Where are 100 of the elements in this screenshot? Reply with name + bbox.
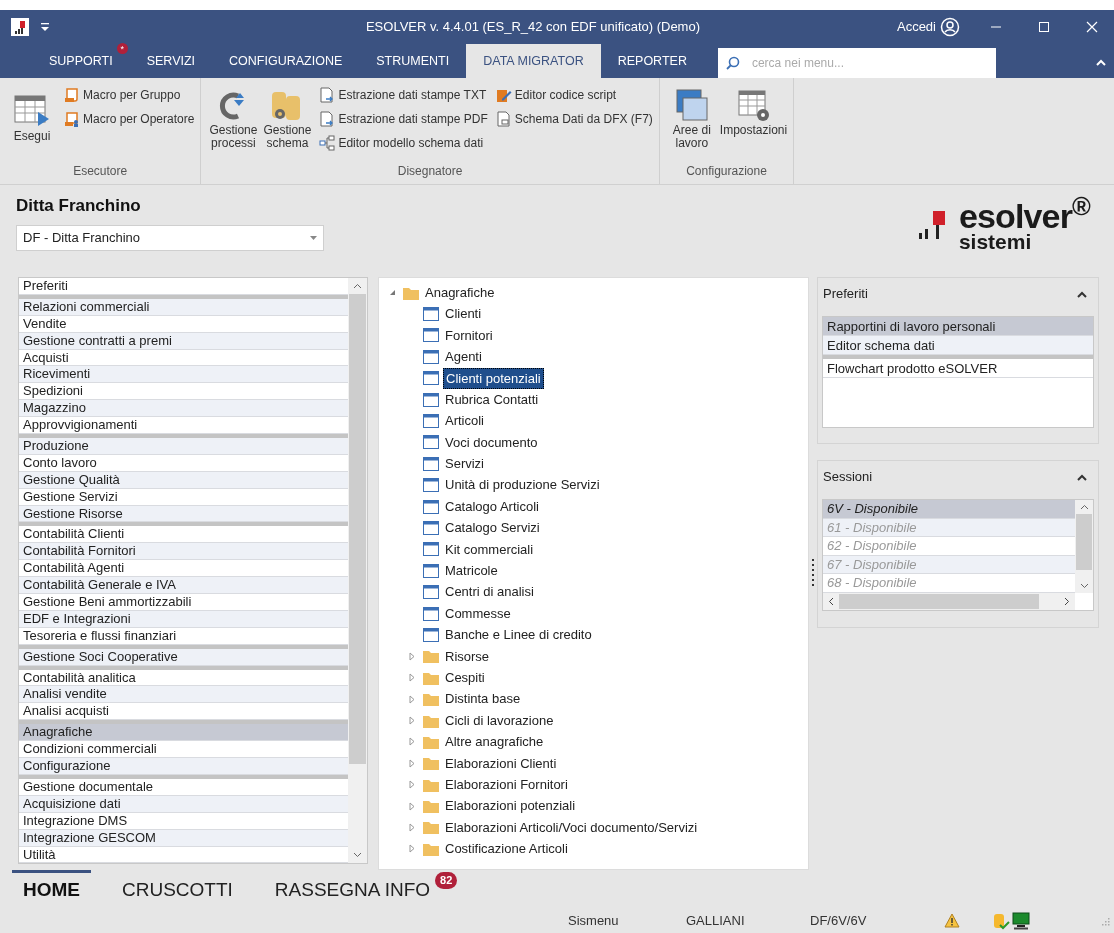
tree-item[interactable]: Voci documento	[443, 432, 540, 453]
search-field[interactable]: cerca nei menu...	[717, 48, 996, 78]
user-icon[interactable]	[940, 17, 960, 37]
menu-list-item[interactable]: Condizioni commerciali	[19, 741, 348, 759]
menu-tab[interactable]: CONFIGURAZIONE	[212, 44, 360, 78]
tree-item[interactable]: Centri di analisi	[443, 582, 536, 602]
menu-list-item[interactable]: Ricevimenti	[19, 366, 348, 384]
ribbon-button[interactable]: Macro per Gruppo	[64, 84, 195, 105]
menu-tab[interactable]: REPORTER	[600, 44, 704, 78]
tree-item[interactable]: Unità di produzione Servizi	[443, 475, 602, 495]
menu-list-item[interactable]: Analisi vendite	[19, 686, 348, 704]
menu-tab[interactable]: SERVIZI	[129, 44, 213, 78]
tree-item[interactable]: Matricole	[443, 561, 500, 581]
collapsed-arrow-icon[interactable]	[409, 844, 415, 854]
menu-list-item[interactable]: Contabilità Generale e IVA	[19, 577, 348, 595]
maximize-icon[interactable]	[1038, 21, 1050, 33]
collapse-icon[interactable]	[1077, 473, 1087, 481]
tree-item[interactable]: Articoli	[443, 411, 486, 431]
tree-item[interactable]: Altre anagrafiche	[443, 732, 546, 752]
tree-item[interactable]: Distinta base	[443, 689, 523, 709]
menu-list-item[interactable]: Preferiti	[19, 278, 348, 295]
session-item[interactable]: 6V - Disponibile	[823, 500, 1075, 519]
collapsed-arrow-icon[interactable]	[409, 822, 415, 832]
scroll-thumb[interactable]	[349, 294, 366, 764]
tree-item[interactable]: Fornitori	[443, 325, 495, 346]
favorite-item[interactable]: Editor schema dati	[823, 336, 1093, 355]
tree-item[interactable]: Servizi	[443, 454, 486, 474]
scroll-right-icon[interactable]	[1064, 597, 1070, 607]
ribbon-button[interactable]: Gestione processi	[207, 84, 260, 162]
resize-grip-icon[interactable]	[1100, 915, 1110, 926]
menu-list-item[interactable]: Contabilità Fornitori	[19, 543, 348, 561]
collapsed-arrow-icon[interactable]	[409, 801, 415, 811]
favorite-item[interactable]: Rapportini di lavoro personali	[823, 317, 1093, 336]
tree-item[interactable]: Elaborazioni Articoli/Voci documento/Servizi	[443, 817, 700, 838]
tree-item[interactable]: Catalogo Articoli	[443, 496, 541, 517]
ribbon-button[interactable]: Editor modello schema dati	[319, 132, 488, 153]
login-link[interactable]: Accedi	[896, 17, 936, 37]
menu-list-item[interactable]: Produzione	[19, 438, 348, 455]
expanded-arrow-icon[interactable]	[388, 289, 396, 297]
scroll-down-icon[interactable]	[1079, 583, 1089, 590]
collapsed-arrow-icon[interactable]	[409, 780, 415, 790]
ribbon-button[interactable]: Aree di lavoro	[665, 84, 718, 162]
ribbon-button[interactable]: Esegui	[6, 84, 58, 162]
menu-tab[interactable]: STRUMENTI	[359, 44, 467, 78]
menu-list-item[interactable]: Approvvigionamenti	[19, 417, 348, 434]
menu-list-item[interactable]: Magazzino	[19, 400, 348, 418]
collapsed-arrow-icon[interactable]	[409, 737, 415, 747]
collapsed-arrow-icon[interactable]	[409, 673, 415, 683]
ribbon-button[interactable]: Impostazioni	[719, 84, 788, 162]
menu-tab[interactable]: SUPPORTI *	[32, 44, 130, 78]
ribbon-button[interactable]: Estrazione dati stampe TXT	[319, 84, 488, 105]
close-icon[interactable]	[1086, 21, 1098, 33]
tree-item[interactable]: Clienti	[443, 304, 484, 324]
menu-list-item[interactable]: Gestione Beni ammortizzabili	[19, 594, 348, 611]
collapse-icon[interactable]	[1077, 290, 1087, 298]
menu-list-item[interactable]: Contabilità Clienti	[19, 526, 348, 544]
scroll-thumb[interactable]	[839, 594, 1039, 610]
collapsed-arrow-icon[interactable]	[409, 716, 415, 725]
menu-list-item[interactable]: Contabilità Agenti	[19, 560, 348, 578]
menu-list-item[interactable]: Configurazione	[19, 758, 348, 775]
ribbon-button[interactable]: Schema Dati da DFX (F7)	[495, 108, 653, 129]
monitor-icon[interactable]	[1012, 911, 1030, 930]
collapsed-arrow-icon[interactable]	[409, 694, 415, 704]
tree-item[interactable]: Kit commerciali	[443, 539, 536, 560]
collapse-ribbon-icon[interactable]	[1096, 59, 1106, 66]
scrollbar[interactable]	[1075, 500, 1093, 594]
scroll-up-icon[interactable]	[1079, 504, 1089, 510]
menu-list-item[interactable]: Anagrafiche	[19, 724, 348, 742]
tree-item[interactable]: Elaborazioni Fornitori	[443, 774, 570, 795]
database-check-icon[interactable]	[992, 911, 1010, 930]
bottom-tab[interactable]: CRUSCOTTI	[111, 870, 244, 908]
tree-item[interactable]: Costificazione Articoli	[443, 839, 570, 859]
tree-item[interactable]: Cicli di lavorazione	[443, 710, 556, 731]
tree-item[interactable]: Cespiti	[443, 667, 487, 688]
tree-item[interactable]: Clienti potenziali	[443, 367, 544, 389]
scrollbar[interactable]	[348, 278, 367, 863]
menu-list-item[interactable]: Spedizioni	[19, 383, 348, 401]
tree-item[interactable]: Agenti	[443, 347, 484, 367]
scroll-left-icon[interactable]	[828, 597, 834, 607]
quick-access-icon[interactable]	[41, 22, 49, 32]
menu-tab[interactable]: DATA MIGRATOR	[466, 44, 601, 78]
tree-item[interactable]: Banche e Linee di credito	[443, 625, 594, 645]
ribbon-button[interactable]: Editor codice script	[495, 84, 653, 105]
company-dropdown[interactable]: DF - Ditta Franchino	[16, 224, 324, 251]
tree-item[interactable]: Elaborazioni Clienti	[443, 753, 559, 774]
tree-item[interactable]: Anagrafiche	[423, 282, 497, 303]
collapsed-arrow-icon[interactable]	[409, 758, 415, 768]
scroll-up-icon[interactable]	[353, 283, 362, 289]
scroll-thumb[interactable]	[1076, 514, 1092, 570]
warning-icon[interactable]	[944, 913, 960, 928]
tree-item[interactable]: Risorse	[443, 646, 492, 667]
ribbon-button[interactable]: Estrazione dati stampe PDF	[319, 108, 488, 129]
ribbon-button[interactable]: Macro per Operatore	[64, 108, 195, 129]
collapsed-arrow-icon[interactable]	[409, 651, 415, 661]
tree-item[interactable]: Rubrica Contatti	[443, 389, 541, 410]
tree-item[interactable]: Elaborazioni potenziali	[443, 796, 578, 816]
splitter-grip-icon[interactable]	[811, 558, 815, 589]
ribbon-button[interactable]: Gestione schema	[261, 84, 314, 162]
tree-item[interactable]: Commesse	[443, 603, 513, 624]
scroll-down-icon[interactable]	[353, 852, 362, 858]
